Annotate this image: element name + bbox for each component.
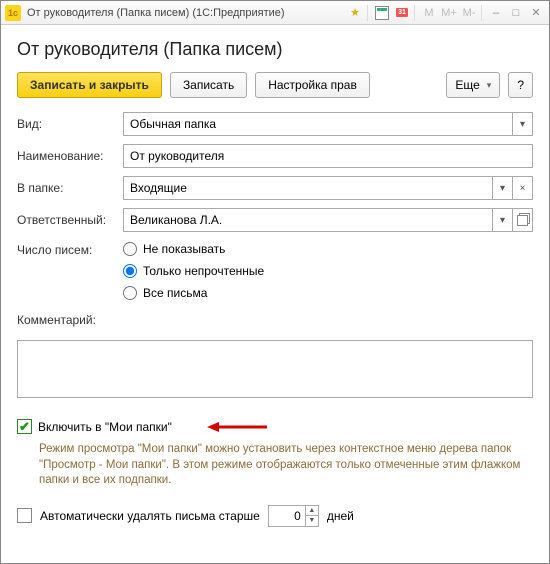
resp-label: Ответственный: (17, 213, 123, 227)
close-button[interactable]: ✕ (527, 4, 545, 22)
name-label: Наименование: (17, 149, 123, 163)
days-suffix: дней (327, 509, 354, 523)
save-close-button[interactable]: Записать и закрыть (17, 72, 162, 98)
autodelete-label: Автоматически удалять письма старше (40, 509, 260, 523)
help-button[interactable]: ? (508, 72, 533, 98)
include-label: Включить в "Мои папки" (38, 420, 172, 434)
toolbar: Записать и закрыть Записать Настройка пр… (17, 72, 533, 98)
resp-dropdown-icon[interactable]: ▾ (493, 208, 513, 232)
separator (367, 5, 368, 21)
resp-open-icon[interactable] (513, 208, 533, 232)
parent-label: В папке: (17, 181, 123, 195)
count-unread-radio[interactable]: Только непрочтенные (123, 264, 264, 278)
page-title: От руководителя (Папка писем) (17, 39, 533, 60)
kind-dropdown-icon[interactable]: ▾ (513, 112, 533, 136)
more-button[interactable]: Еще (446, 72, 500, 98)
parent-dropdown-icon[interactable]: ▾ (493, 176, 513, 200)
calculator-icon[interactable] (373, 4, 391, 22)
titlebar: 1c От руководителя (Папка писем) (1С:Пре… (1, 1, 549, 25)
m-button[interactable]: M (420, 4, 438, 22)
autodelete-row: Автоматически удалять письма старше ▲ ▼ … (17, 505, 533, 527)
parent-clear-icon[interactable]: × (513, 176, 533, 200)
count-none-radio[interactable]: Не показывать (123, 242, 264, 256)
days-down-icon[interactable]: ▼ (306, 516, 318, 526)
separator (414, 5, 415, 21)
include-checkbox[interactable]: ✔ (17, 419, 32, 434)
days-spinner: ▲ ▼ (268, 505, 319, 527)
count-label: Число писем: (17, 240, 123, 257)
resp-input[interactable] (123, 208, 493, 232)
content-area: От руководителя (Папка писем) Записать и… (1, 25, 549, 537)
window-title: От руководителя (Папка писем) (1С:Предпр… (27, 7, 344, 19)
autodelete-checkbox[interactable] (17, 508, 32, 523)
count-unread-input[interactable] (123, 264, 137, 278)
app-icon: 1c (5, 5, 21, 21)
kind-input[interactable] (123, 112, 513, 136)
minimize-button[interactable]: – (487, 4, 505, 22)
count-all-label: Все письма (143, 286, 207, 300)
count-none-label: Не показывать (143, 242, 225, 256)
save-button[interactable]: Записать (170, 72, 247, 98)
count-all-input[interactable] (123, 286, 137, 300)
include-help-text: Режим просмотра "Мои папки" можно устано… (17, 440, 533, 489)
count-none-input[interactable] (123, 242, 137, 256)
days-up-icon[interactable]: ▲ (306, 506, 318, 517)
favorite-icon[interactable]: ★ (346, 4, 364, 22)
calendar-icon[interactable]: 31 (393, 4, 411, 22)
m-plus-button[interactable]: M+ (440, 4, 458, 22)
separator (481, 5, 482, 21)
count-unread-label: Только непрочтенные (143, 264, 264, 278)
rights-button[interactable]: Настройка прав (255, 72, 370, 98)
kind-label: Вид: (17, 117, 123, 131)
comment-label: Комментарий: (17, 313, 123, 327)
arrow-icon (207, 422, 267, 432)
comment-input[interactable] (17, 340, 533, 398)
parent-input[interactable] (123, 176, 493, 200)
maximize-button[interactable]: □ (507, 4, 525, 22)
days-input[interactable] (269, 506, 305, 526)
include-row: ✔ Включить в "Мои папки" (17, 419, 533, 434)
m-minus-button[interactable]: M- (460, 4, 478, 22)
count-all-radio[interactable]: Все письма (123, 286, 264, 300)
name-input[interactable] (123, 144, 533, 168)
